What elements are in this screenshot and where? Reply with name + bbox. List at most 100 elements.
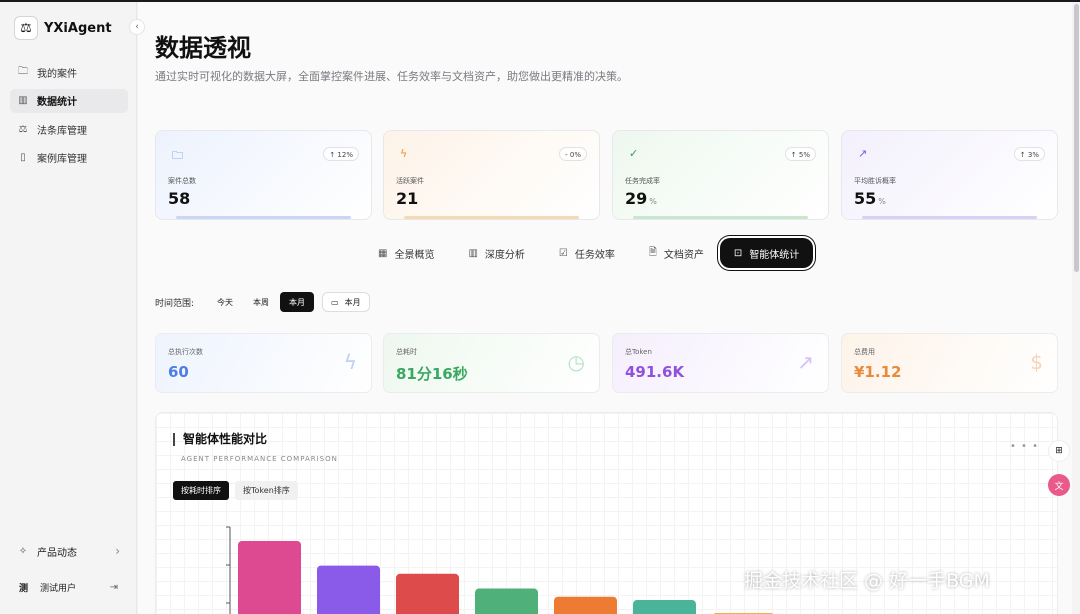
stat-card[interactable]: ↗ ↑ 3% 平均胜诉概率 55%: [841, 130, 1058, 220]
sidebar-collapse-button[interactable]: ‹: [129, 19, 145, 35]
floating-toolbar: ⊞ 文: [1048, 440, 1074, 508]
metric-icon: ◷: [567, 350, 585, 374]
sidebar-item-data-stats[interactable]: ▥ 数据统计: [10, 88, 128, 113]
trend-badge: ↑ 3%: [1013, 147, 1045, 161]
chevron-right-icon: ›: [115, 544, 120, 558]
metric-label: 总费用: [854, 348, 875, 356]
chart-bar[interactable]: [475, 588, 538, 614]
trend-badge: ↑ 5%: [784, 147, 816, 161]
metric-value: 60: [168, 363, 189, 381]
tab-document-assets[interactable]: 🗎 文档资产: [649, 238, 704, 268]
book-icon: ▯: [20, 152, 26, 163]
sidebar-item-my-cases[interactable]: 🗀 我的案件: [10, 60, 128, 84]
trend-badge: - 0%: [559, 147, 587, 161]
stat-card[interactable]: 🗀 ↑ 12% 案件总数 58: [155, 130, 372, 220]
chart-bar[interactable]: [396, 573, 459, 614]
document-icon: 🗎: [648, 246, 657, 258]
metric-card: 总Token 491.6K ↗: [612, 333, 829, 393]
stat-label: 活跃案件: [396, 177, 424, 185]
product-news-label: 产品动态: [37, 547, 77, 559]
tab-label: 深度分析: [484, 249, 525, 261]
scales-logo-icon: ⚖: [14, 16, 38, 40]
time-option-week[interactable]: 本周: [244, 292, 278, 312]
tab-agent-stats[interactable]: ⊡ 智能体统计: [719, 238, 814, 268]
translate-icon[interactable]: 文: [1048, 474, 1070, 496]
bar-chart-icon: ▥: [468, 247, 478, 259]
calendar-picker-label: 本月: [344, 297, 361, 307]
stat-icon: 🗀: [172, 149, 183, 162]
metric-label: 总执行次数: [168, 348, 203, 356]
user-profile[interactable]: 测 测试用户 ⇥: [10, 576, 128, 598]
calendar-icon: ▭: [331, 297, 339, 307]
metric-label: 总耗时: [396, 348, 417, 356]
tab-deep-analysis[interactable]: ▥ 深度分析: [468, 238, 524, 268]
stat-card[interactable]: ϟ - 0% 活跃案件 21: [383, 130, 600, 220]
stat-card[interactable]: ✓ ↑ 5% 任务完成率 29%: [612, 130, 829, 220]
time-option-month[interactable]: 本月: [280, 292, 315, 312]
stat-label: 案件总数: [168, 177, 196, 185]
brand[interactable]: ⚖ YXiAgent: [14, 16, 112, 40]
bar-chart-icon: ▥: [18, 95, 28, 106]
sidebar-item-label: 案例库管理: [37, 154, 87, 165]
stat-icon: ✓: [629, 147, 639, 160]
robot-icon: ⊡: [733, 247, 743, 259]
metric-card: 总费用 ¥1.12 $: [841, 333, 1058, 393]
stat-value: 58: [168, 189, 191, 208]
metric-value: 81分16秒: [396, 365, 468, 383]
checkbox-icon: ☑: [558, 247, 568, 259]
chart-bar[interactable]: [317, 565, 380, 614]
main-content: 数据透视 通过实时可视化的数据大屏，全面掌控案件进展、任务效率与文档资产，助您做…: [138, 2, 1072, 614]
metric-icon: ↗: [797, 350, 814, 374]
grid-plus-icon[interactable]: ⊞: [1048, 440, 1070, 462]
time-range-label: 时间范围:: [155, 298, 195, 309]
tab-label: 文档资产: [663, 249, 704, 261]
stat-accent-line: [404, 216, 579, 219]
stat-accent-line: [862, 216, 1037, 219]
stat-value: 29%: [625, 189, 657, 208]
tab-overview[interactable]: ▦ 全景概览: [378, 238, 434, 268]
watermark: 掘金技术社区 @ 好一手BGM: [744, 570, 990, 592]
tab-task-efficiency[interactable]: ☑ 任务效率: [559, 238, 615, 268]
stat-accent-line: [176, 216, 351, 219]
brand-name: YXiAgent: [44, 20, 112, 36]
sidebar-item-label: 法条库管理: [37, 125, 87, 137]
product-news-link[interactable]: ✧ 产品动态 ›: [10, 540, 128, 562]
sidebar-item-law-library[interactable]: ⚖ 法条库管理: [10, 117, 128, 141]
stat-value: 55%: [854, 189, 886, 208]
logout-icon[interactable]: ⇥: [110, 582, 118, 593]
tab-label: 全景概览: [394, 249, 435, 261]
trend-badge: ↑ 12%: [323, 147, 359, 161]
sidebar: ⚖ YXiAgent 🗀 我的案件 ▥ 数据统计 ⚖ 法条库管理 ▯ 案例库管理…: [0, 2, 137, 614]
stat-icon: ↗: [858, 147, 868, 160]
time-option-today[interactable]: 今天: [208, 292, 242, 312]
metric-label: 总Token: [625, 348, 652, 356]
metric-icon: ϟ: [343, 350, 357, 374]
sparkle-icon: ✧: [18, 545, 28, 557]
sidebar-nav: 🗀 我的案件 ▥ 数据统计 ⚖ 法条库管理 ▯ 案例库管理: [10, 60, 128, 174]
tab-label: 任务效率: [574, 249, 615, 261]
sidebar-item-case-library[interactable]: ▯ 案例库管理: [10, 146, 128, 170]
stat-label: 任务完成率: [625, 177, 660, 185]
stat-label: 平均胜诉概率: [854, 177, 896, 185]
metric-value: 491.6K: [625, 363, 685, 381]
chart-bar[interactable]: [554, 596, 617, 614]
stat-accent-line: [633, 216, 808, 219]
folder-icon: 🗀: [18, 65, 28, 77]
metric-value: ¥1.12: [854, 363, 902, 381]
metric-icon: $: [1030, 350, 1043, 374]
stat-value: 21: [396, 189, 419, 208]
chart-bar[interactable]: [238, 541, 301, 614]
metric-card: 总耗时 81分16秒 ◷: [383, 333, 600, 393]
page-subtitle: 通过实时可视化的数据大屏，全面掌控案件进展、任务效率与文档资产，助您做出更精准的…: [155, 70, 628, 83]
metric-card: 总执行次数 60 ϟ: [155, 333, 372, 393]
dashboard-tabs: ▦ 全景概览 ▥ 深度分析 ☑ 任务效率 🗎 文档资产 ⊡ 智能体统计: [378, 238, 814, 268]
chart-bar[interactable]: [633, 600, 696, 614]
page-title: 数据透视: [155, 34, 251, 62]
user-name: 测试用户: [40, 583, 77, 594]
sidebar-item-label: 数据统计: [37, 97, 77, 108]
avatar: 测: [19, 583, 29, 594]
scrollbar-thumb[interactable]: [1074, 4, 1079, 272]
time-range-selector: 时间范围: 今天 本周 本月 ▭ 本月: [155, 292, 372, 312]
tab-label: 智能体统计: [749, 249, 800, 261]
calendar-picker-button[interactable]: ▭ 本月: [322, 292, 370, 312]
